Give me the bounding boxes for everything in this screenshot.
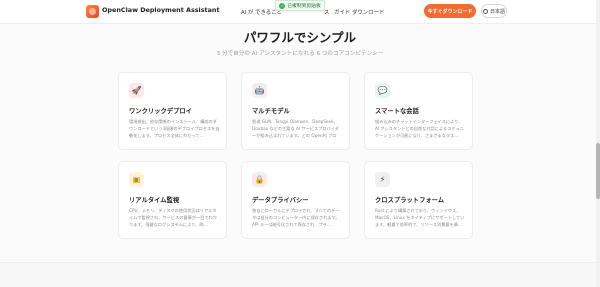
rocket-icon: 🚀 bbox=[129, 83, 144, 98]
app-logo-icon[interactable] bbox=[86, 5, 99, 18]
card-title: データプライバシー bbox=[252, 197, 309, 204]
globe-icon bbox=[482, 8, 488, 14]
download-now-label: 今すぐダウンロード bbox=[427, 8, 473, 15]
feature-card-one-click-deploy: 🚀 ワンクリックデプロイ 環境検出、依存関係のインストール、構成のダウンロードと… bbox=[118, 72, 227, 150]
card-title: リアルタイム監視 bbox=[129, 197, 180, 204]
card-desc: 独自にローカルにデプロイされ、すべてのデータは自分のコンピューター内に保存されま… bbox=[252, 208, 340, 227]
card-title: クロスプラットフォーム bbox=[375, 197, 445, 204]
download-now-button[interactable]: 今すぐダウンロード bbox=[424, 4, 476, 18]
monitor-icon: ▣ bbox=[129, 172, 144, 187]
feature-card-smart-chat: 💬 スマートな会話 組み込みのチャットインターフェイスにより、AI アシスタント… bbox=[364, 72, 473, 150]
card-title: スマートな会話 bbox=[375, 108, 419, 115]
scrollbar-thumb[interactable] bbox=[596, 143, 600, 199]
card-title: マルチモデル bbox=[252, 108, 290, 115]
brand-name[interactable]: OpenClaw Deployment Assistant bbox=[102, 6, 220, 14]
copied-toast: ✓ 已複制到剪貼板 bbox=[275, 0, 325, 11]
section-subtitle: 3 分で自分の AI アシスタントになれる 6 つのコアコンピテンシー bbox=[216, 51, 384, 57]
card-desc: Rust により構築されており、ウィンドウズ、MacOS、Linux をネイティ… bbox=[375, 208, 465, 227]
language-label: 日本語 bbox=[489, 8, 505, 15]
next-section-band bbox=[0, 263, 600, 287]
section-title: パワフルでシンプル bbox=[243, 30, 357, 45]
card-desc: 智谱 GLM、Tongyi Qianwen、DeepSeek、Doubao など… bbox=[252, 119, 339, 138]
feature-card-privacy: 🔒 データプライバシー 独自にローカルにデプロイされ、すべてのデータは自分のコン… bbox=[241, 161, 350, 239]
lightning-icon: ⚡ bbox=[375, 172, 390, 187]
feature-card-multi-model: 🤖 マルチモデル 智谱 GLM、Tongyi Qianwen、DeepSeek、… bbox=[241, 72, 350, 150]
chat-icon: 💬 bbox=[375, 83, 390, 98]
check-icon: ✓ bbox=[279, 2, 286, 9]
card-title: ワンクリックデプロイ bbox=[129, 108, 192, 115]
feature-card-cross-platform: ⚡ クロスプラットフォーム Rust により構築されており、ウィンドウズ、Mac… bbox=[364, 161, 473, 239]
feature-card-monitoring: ▣ リアルタイム監視 CPU、メモリ、ディスクの使用状況はリアルタイムで監視され… bbox=[118, 161, 227, 239]
card-desc: 環境検出、依存関係のインストール、構成のダウンロードという3段階のデプロイプロセ… bbox=[129, 119, 220, 138]
nav-link-download[interactable]: ダウンロード bbox=[352, 8, 384, 16]
robot-icon: 🤖 bbox=[252, 83, 267, 98]
toast-text: 已複制到剪貼板 bbox=[287, 4, 321, 9]
language-selector[interactable]: 日本語 bbox=[481, 4, 507, 18]
lock-icon: 🔒 bbox=[252, 172, 267, 187]
nav-link-guide[interactable]: ガイド bbox=[334, 8, 350, 16]
card-desc: CPU、メモリ、ディスクの使用状況はリアルタイムで監視され、サービスの健康が一目… bbox=[129, 208, 217, 227]
card-desc: 組み込みのチャットインターフェイスにより、AI アシスタントとの自然な対話による… bbox=[375, 119, 464, 138]
